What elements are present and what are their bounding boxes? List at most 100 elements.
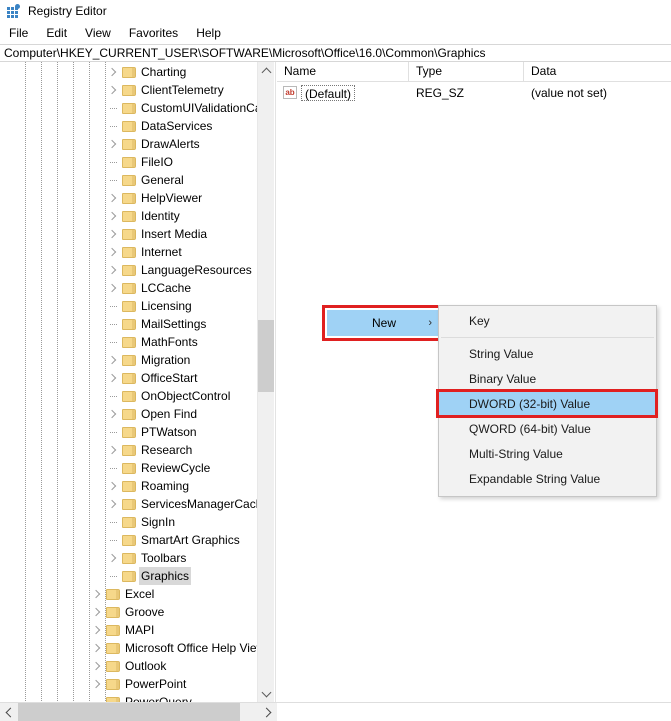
tree-item-fileio[interactable]: FileIO [0, 153, 275, 171]
expand-chevron-icon[interactable] [105, 135, 121, 153]
tree-item-languageresources[interactable]: LanguageResources [0, 261, 275, 279]
value-type: REG_SZ [416, 86, 465, 100]
folder-icon [105, 588, 121, 601]
tree-item-lccache[interactable]: LCCache [0, 279, 275, 297]
submenu-item-dword-32-bit-value[interactable]: DWORD (32-bit) Value [439, 392, 656, 417]
tree-item-roaming[interactable]: Roaming [0, 477, 275, 495]
tree-item-mailsettings[interactable]: MailSettings [0, 315, 275, 333]
context-menu-item-new[interactable]: New › [327, 310, 441, 336]
expand-chevron-icon[interactable] [105, 225, 121, 243]
expand-chevron-icon[interactable] [89, 639, 105, 657]
expand-chevron-icon[interactable] [105, 441, 121, 459]
tree-leaf-connector [105, 99, 121, 117]
expand-chevron-icon[interactable] [105, 207, 121, 225]
tree-item-drawalerts[interactable]: DrawAlerts [0, 135, 275, 153]
submenu-item-string-value[interactable]: String Value [439, 342, 656, 367]
tree-item-outlook[interactable]: Outlook [0, 657, 275, 675]
tree-item-label: OfficeStart [141, 371, 198, 385]
submenu-item-qword-64-bit-value[interactable]: QWORD (64-bit) Value [439, 417, 656, 442]
menu-favorites[interactable]: Favorites [120, 23, 187, 43]
folder-icon [121, 174, 137, 187]
tree-item-toolbars[interactable]: Toolbars [0, 549, 275, 567]
tree-item-powerquery[interactable]: PowerQuery [0, 693, 275, 702]
chevron-left-icon[interactable] [0, 703, 17, 721]
menu-view[interactable]: View [76, 23, 120, 43]
expand-chevron-icon[interactable] [105, 63, 121, 81]
expand-chevron-icon[interactable] [105, 549, 121, 567]
folder-icon [121, 138, 137, 151]
chevron-up-icon[interactable] [258, 62, 274, 79]
tree-vertical-scrollbar[interactable] [257, 62, 274, 702]
tree-item-signin[interactable]: SignIn [0, 513, 275, 531]
expand-chevron-icon[interactable] [105, 351, 121, 369]
folder-icon [121, 282, 137, 295]
expand-chevron-icon[interactable] [89, 675, 105, 693]
address-bar[interactable]: Computer\HKEY_CURRENT_USER\SOFTWARE\Micr… [0, 44, 671, 62]
expand-chevron-icon[interactable] [105, 279, 121, 297]
tree-item-identity[interactable]: Identity [0, 207, 275, 225]
column-header-name[interactable]: Name [277, 62, 409, 81]
folder-icon [105, 606, 121, 619]
tree-item-onobjectcontrol[interactable]: OnObjectControl [0, 387, 275, 405]
tree-item-ptwatson[interactable]: PTWatson [0, 423, 275, 441]
menu-file[interactable]: File [0, 23, 37, 43]
tree-item-excel[interactable]: Excel [0, 585, 275, 603]
tree-item-helpviewer[interactable]: HelpViewer [0, 189, 275, 207]
tree-item-internet[interactable]: Internet [0, 243, 275, 261]
tree-item-label: HelpViewer [141, 191, 203, 205]
tree-item-licensing[interactable]: Licensing [0, 297, 275, 315]
expand-chevron-icon[interactable] [89, 657, 105, 675]
expand-chevron-icon[interactable] [105, 405, 121, 423]
tree-item-mapi[interactable]: MAPI [0, 621, 275, 639]
tree-item-migration[interactable]: Migration [0, 351, 275, 369]
tree-item-groove[interactable]: Groove [0, 603, 275, 621]
tree-item-dataservices[interactable]: DataServices [0, 117, 275, 135]
expand-chevron-icon[interactable] [89, 603, 105, 621]
folder-icon [105, 642, 121, 655]
submenu-item-multi-string-value[interactable]: Multi-String Value [439, 442, 656, 467]
tree-item-officestart[interactable]: OfficeStart [0, 369, 275, 387]
value-row[interactable]: ab (Default) REG_SZ (value not set) [277, 83, 671, 103]
folder-icon [121, 570, 137, 583]
horizontal-scrollbar-thumb[interactable] [18, 703, 240, 721]
expand-chevron-icon[interactable] [105, 189, 121, 207]
tree-item-label: LCCache [141, 281, 192, 295]
tree-item-label: Migration [141, 353, 191, 367]
expand-chevron-icon[interactable] [105, 369, 121, 387]
tree-item-servicesmanagercache[interactable]: ServicesManagerCache [0, 495, 275, 513]
tree-item-clienttelemetry[interactable]: ClientTelemetry [0, 81, 275, 99]
expand-chevron-icon[interactable] [105, 81, 121, 99]
tree-item-reviewcycle[interactable]: ReviewCycle [0, 459, 275, 477]
expand-chevron-icon[interactable] [89, 585, 105, 603]
tree-item-mathfonts[interactable]: MathFonts [0, 333, 275, 351]
submenu-item-key[interactable]: Key [439, 309, 656, 334]
tree-item-research[interactable]: Research [0, 441, 275, 459]
chevron-right-icon[interactable] [259, 703, 276, 721]
menu-help[interactable]: Help [187, 23, 230, 43]
scrollbar-thumb[interactable] [258, 320, 274, 392]
expand-chevron-icon[interactable] [105, 261, 121, 279]
submenu-item-binary-value[interactable]: Binary Value [439, 367, 656, 392]
tree-item-open-find[interactable]: Open Find [0, 405, 275, 423]
expand-chevron-icon[interactable] [105, 495, 121, 513]
tree-item-label: FileIO [141, 155, 174, 169]
expand-chevron-icon[interactable] [89, 621, 105, 639]
tree-item-label: ClientTelemetry [141, 83, 224, 97]
column-header-type[interactable]: Type [409, 62, 524, 81]
tree-item-customuivalidationcac[interactable]: CustomUIValidationCac [0, 99, 275, 117]
menu-edit[interactable]: Edit [37, 23, 76, 43]
submenu-item-expandable-string-value[interactable]: Expandable String Value [439, 467, 656, 492]
tree-item-charting[interactable]: Charting [0, 63, 275, 81]
tree-item-graphics[interactable]: Graphics [0, 567, 275, 585]
expand-chevron-icon[interactable] [105, 243, 121, 261]
tree-item-powerpoint[interactable]: PowerPoint [0, 675, 275, 693]
tree-item-microsoft-office-help-view[interactable]: Microsoft Office Help View [0, 639, 275, 657]
tree-item-general[interactable]: General [0, 171, 275, 189]
tree-leaf-connector [105, 423, 121, 441]
expand-chevron-icon[interactable] [105, 477, 121, 495]
tree-item-insert-media[interactable]: Insert Media [0, 225, 275, 243]
chevron-down-icon[interactable] [258, 685, 274, 702]
column-header-data[interactable]: Data [524, 62, 671, 81]
tree-item-label: Groove [125, 605, 165, 619]
tree-item-smartart-graphics[interactable]: SmartArt Graphics [0, 531, 275, 549]
